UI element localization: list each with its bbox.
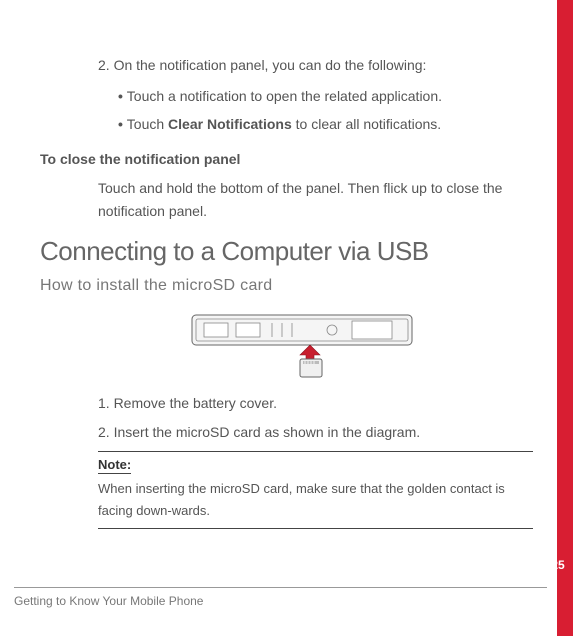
note-text: When inserting the microSD card, make su… bbox=[98, 478, 533, 522]
heading-microsd: How to install the microSD card bbox=[40, 277, 533, 295]
bullet-2: Touch Clear Notifications to clear all n… bbox=[118, 112, 533, 137]
subheading-close-panel: To close the notification panel bbox=[40, 151, 533, 167]
step-remove-cover: 1. Remove the battery cover. bbox=[98, 393, 533, 414]
page-number: 25 bbox=[543, 558, 573, 572]
step-insert-card: 2. Insert the microSD card as shown in t… bbox=[98, 422, 533, 443]
para-close-panel: Touch and hold the bottom of the panel. … bbox=[98, 177, 533, 222]
microsd-diagram bbox=[70, 309, 533, 379]
vertical-red-bar bbox=[557, 0, 573, 636]
note-block: Note: When inserting the microSD card, m… bbox=[98, 451, 533, 529]
page-content: 2. On the notification panel, you can do… bbox=[0, 0, 573, 529]
note-label: Note: bbox=[98, 457, 131, 474]
bullet2-post: to clear all notifications. bbox=[292, 116, 441, 132]
bullet2-pre: Touch bbox=[127, 116, 168, 132]
footer-section-title: Getting to Know Your Mobile Phone bbox=[14, 587, 547, 608]
heading-usb: Connecting to a Computer via USB bbox=[40, 236, 533, 267]
step-2: 2. On the notification panel, you can do… bbox=[98, 55, 533, 76]
bullet2-bold: Clear Notifications bbox=[168, 116, 292, 132]
bullet-1: Touch a notification to open the related… bbox=[118, 84, 533, 109]
